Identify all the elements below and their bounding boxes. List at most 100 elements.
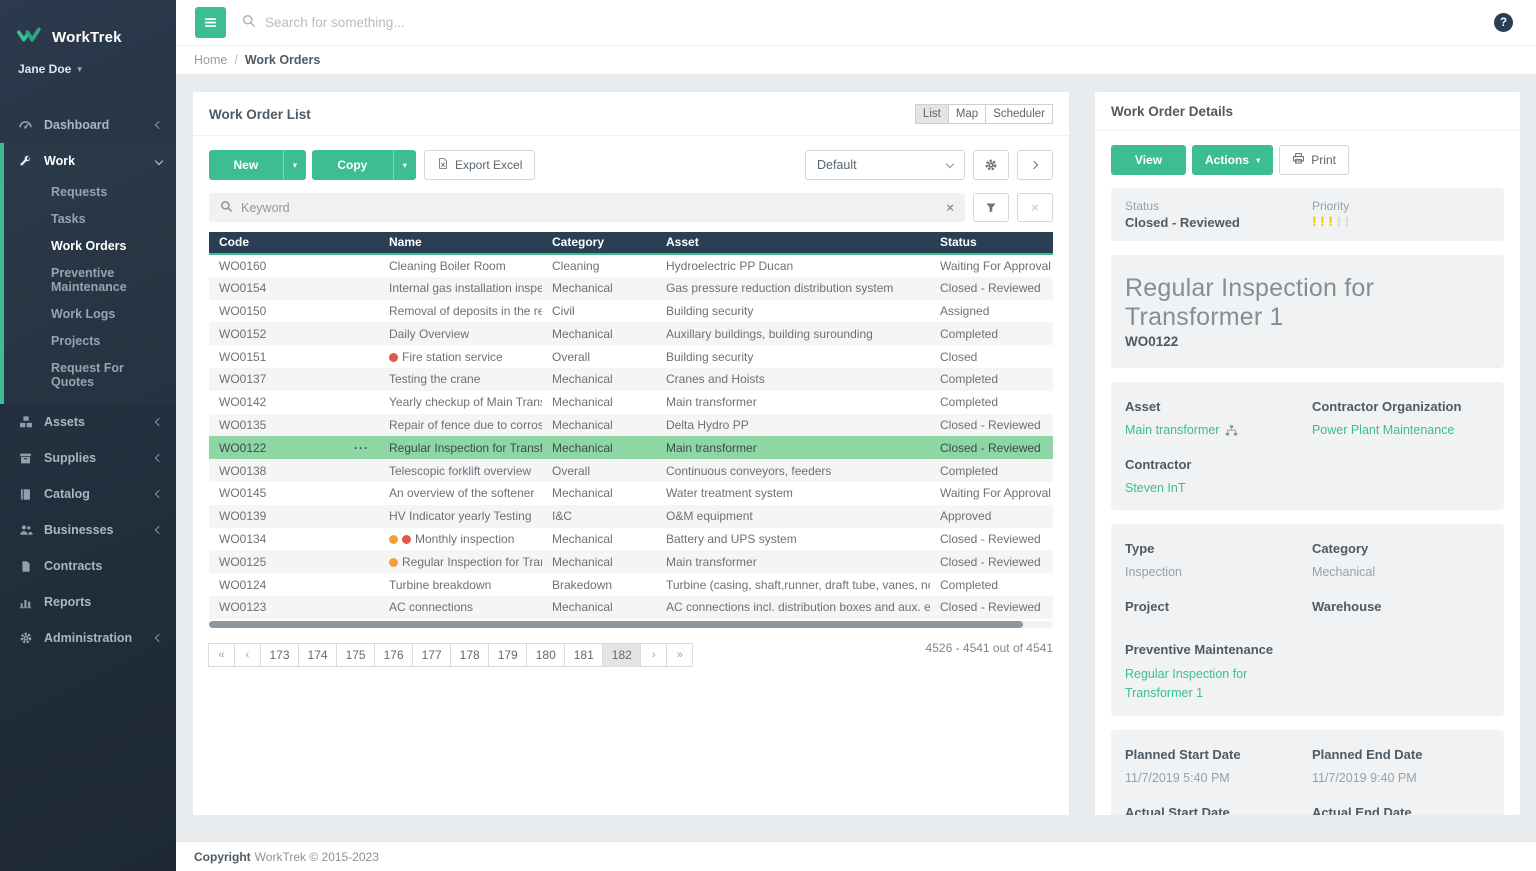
sidebar-item-work-logs[interactable]: Work Logs <box>4 301 176 328</box>
work-order-code: WO0122 <box>1125 334 1490 357</box>
view-settings-button[interactable] <box>973 150 1009 180</box>
table-row-wo0138[interactable]: WO0138Telescopic forklift overviewOveral… <box>209 459 1053 482</box>
cell-code: WO0123 <box>209 596 379 619</box>
cell-category: Civil <box>542 300 656 323</box>
saved-view-select[interactable]: Default <box>805 150 965 180</box>
table-row-wo0160[interactable]: WO0160Cleaning Boiler RoomCleaningHydroe… <box>209 254 1053 277</box>
new-button[interactable]: New ▾ <box>209 150 306 180</box>
page-button-175[interactable]: 175 <box>336 643 375 667</box>
view-toggle-map[interactable]: Map <box>948 104 986 124</box>
sidebar-item-catalog[interactable]: Catalog <box>0 476 176 512</box>
caret-down-icon[interactable]: ▾ <box>283 150 306 180</box>
sidebar-item-preventive-maintenance[interactable]: Preventive Maintenance <box>4 260 176 301</box>
scrollbar-thumb[interactable] <box>209 621 1023 628</box>
sidebar-item-work[interactable]: Work <box>4 143 176 179</box>
sidebar-item-businesses[interactable]: Businesses <box>0 512 176 548</box>
sidebar-item-contracts[interactable]: Contracts <box>0 548 176 584</box>
help-button[interactable]: ? <box>1494 13 1513 32</box>
cell-code: WO0135 <box>209 414 379 437</box>
cell-code: WO0137 <box>209 368 379 391</box>
view-toggle-list[interactable]: List <box>915 104 949 124</box>
hamburger-icon <box>203 15 218 30</box>
global-search <box>242 14 1494 31</box>
first-page-button[interactable]: « <box>208 643 235 667</box>
copy-button[interactable]: Copy ▾ <box>312 150 416 180</box>
clear-filters-button[interactable]: × <box>1017 193 1053 222</box>
view-toggle-scheduler[interactable]: Scheduler <box>985 104 1053 124</box>
cell-name: Fire station service <box>379 345 542 368</box>
asset-link[interactable]: Main transformer <box>1125 423 1238 437</box>
table-row-wo0152[interactable]: WO0152Daily OverviewMechanicalAuxillary … <box>209 322 1053 345</box>
next-page-button[interactable]: › <box>640 643 667 667</box>
filter-button[interactable] <box>973 193 1009 222</box>
page-button-179[interactable]: 179 <box>488 643 527 667</box>
priority-mark: ! <box>1328 213 1333 229</box>
page-button-174[interactable]: 174 <box>298 643 337 667</box>
table-row-wo0124[interactable]: WO0124Turbine breakdownBrakedownTurbine … <box>209 573 1053 596</box>
sidebar-item-supplies[interactable]: Supplies <box>0 440 176 476</box>
last-page-button[interactable]: » <box>666 643 693 667</box>
cubes-icon <box>17 415 34 429</box>
table-row-wo0145[interactable]: WO0145An overview of the softenerMechani… <box>209 482 1053 505</box>
column-header-code[interactable]: Code <box>209 232 379 254</box>
sidebar-item-reports[interactable]: Reports <box>0 584 176 620</box>
worktrek-logo-icon <box>16 26 45 49</box>
table-row-wo0125[interactable]: WO0125Regular Inspection for TransfMecha… <box>209 550 1053 573</box>
book-icon <box>17 488 34 501</box>
red-dot-icon <box>389 353 398 362</box>
sidebar-item-administration[interactable]: Administration <box>0 620 176 656</box>
sidebar-item-requests[interactable]: Requests <box>4 179 176 206</box>
table-row-wo0122[interactable]: WO0122···Regular Inspection for Transfor… <box>209 436 1053 459</box>
breadcrumb-home-link[interactable]: Home <box>194 53 227 67</box>
page-button-178[interactable]: 178 <box>450 643 489 667</box>
table-row-wo0142[interactable]: WO0142Yearly checkup of Main TransfoMech… <box>209 391 1053 414</box>
column-header-name[interactable]: Name <box>379 232 542 254</box>
menu-toggle-button[interactable] <box>195 7 226 38</box>
page-button-180[interactable]: 180 <box>526 643 565 667</box>
actions-button[interactable]: Actions ▾ <box>1192 145 1273 175</box>
row-menu-icon[interactable]: ··· <box>354 442 369 454</box>
table-row-wo0154[interactable]: WO0154Internal gas installation inspectM… <box>209 277 1053 300</box>
sidebar-item-work-orders[interactable]: Work Orders <box>4 233 176 260</box>
table-row-wo0135[interactable]: WO0135Repair of fence due to corrosioMec… <box>209 414 1053 437</box>
contractor-link[interactable]: Steven InT <box>1125 481 1185 495</box>
view-button[interactable]: View <box>1111 145 1186 175</box>
export-excel-button[interactable]: Export Excel <box>424 150 535 180</box>
table-row-wo0151[interactable]: WO0151Fire station serviceOverallBuildin… <box>209 345 1053 368</box>
column-header-category[interactable]: Category <box>542 232 656 254</box>
contractor-org-link[interactable]: Power Plant Maintenance <box>1312 423 1454 437</box>
clear-keyword-icon[interactable]: × <box>946 201 954 214</box>
caret-down-icon[interactable]: ▾ <box>393 150 416 180</box>
column-header-asset[interactable]: Asset <box>656 232 930 254</box>
sidebar-item-request-for-quotes[interactable]: Request For Quotes <box>4 355 176 396</box>
sidebar-menu: DashboardWorkRequestsTasksWork OrdersPre… <box>0 106 176 656</box>
sidebar-item-assets[interactable]: Assets <box>0 404 176 440</box>
cell-status: Completed <box>930 459 1053 482</box>
table-row-wo0123[interactable]: WO0123AC connectionsMechanicalAC connect… <box>209 596 1053 619</box>
print-button[interactable]: Print <box>1279 145 1349 175</box>
keyword-row: × × <box>209 193 1053 222</box>
planned-start-field: Planned Start Date 11/7/2019 5:40 PM <box>1125 741 1312 799</box>
table-row-wo0150[interactable]: WO0150Removal of deposits in the reseCiv… <box>209 300 1053 323</box>
collapse-panel-button[interactable] <box>1017 150 1053 180</box>
page-button-173[interactable]: 173 <box>260 643 299 667</box>
keyword-search: × <box>209 193 965 222</box>
keyword-input[interactable] <box>241 201 938 215</box>
sidebar-item-tasks[interactable]: Tasks <box>4 206 176 233</box>
table-row-wo0137[interactable]: WO0137Testing the craneMechanicalCranes … <box>209 368 1053 391</box>
cell-status: Closed - Reviewed <box>930 528 1053 551</box>
page-button-181[interactable]: 181 <box>564 643 603 667</box>
sidebar-item-dashboard[interactable]: Dashboard <box>0 106 176 143</box>
previous-page-button[interactable]: ‹ <box>234 643 261 667</box>
page-button-177[interactable]: 177 <box>412 643 451 667</box>
column-header-status[interactable]: Status <box>930 232 1053 254</box>
printer-icon <box>1292 152 1305 168</box>
search-input[interactable] <box>265 15 685 30</box>
page-button-176[interactable]: 176 <box>374 643 413 667</box>
sidebar-item-projects[interactable]: Projects <box>4 328 176 355</box>
user-menu[interactable]: Jane Doe ▾ <box>18 62 176 76</box>
preventive-maintenance-link[interactable]: Regular Inspection for Transformer 1 <box>1125 665 1285 703</box>
table-row-wo0139[interactable]: WO0139HV Indicator yearly TestingI&CO&M … <box>209 505 1053 528</box>
table-row-wo0134[interactable]: WO0134Monthly inspectionMechanicalBatter… <box>209 528 1053 551</box>
page-button-182[interactable]: 182 <box>602 643 641 667</box>
